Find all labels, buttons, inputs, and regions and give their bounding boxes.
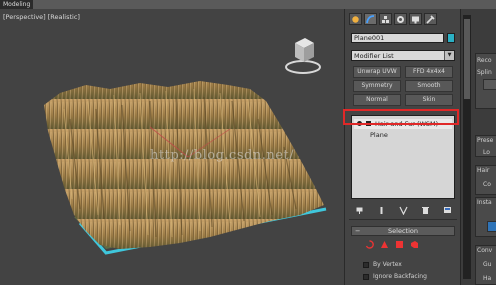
divider [349,219,457,220]
stack-item-label: Plane [370,131,388,139]
viewport-label[interactable]: [Perspective] [Realistic] [3,13,82,21]
pin-stack-icon[interactable] [353,205,365,215]
view-mode-label[interactable]: [Perspective] [3,13,46,21]
panel-label: Insta [477,199,492,206]
stack-item-hair-and-fur[interactable]: Hair and Fur (WSM) [354,119,452,129]
ignore-backfacing-checkbox[interactable]: Ignore Backfacing [363,273,453,282]
collapse-icon[interactable]: − [355,227,360,235]
by-vertex-checkbox[interactable]: By Vertex [363,261,453,270]
ignore-backfacing-label: Ignore Backfacing [373,273,427,280]
modifier-buttons: Unwrap UVW FFD 4x4x4 Symmetry Smooth Nor… [353,66,453,106]
element-select-icon[interactable] [410,240,419,249]
panel-label: Splin [477,69,492,76]
window-title: Modeling [0,0,34,9]
panel-label: Hair [477,167,490,174]
modify-tab-icon[interactable] [364,13,377,25]
menu-strip: Modeling [0,0,496,9]
polygon-select-icon[interactable] [395,240,404,249]
symmetry-button[interactable]: Symmetry [353,80,401,92]
panel-label[interactable]: Ha [483,275,491,282]
hair-parameters-panel: Reco Splin Prese Lo Hair Co Insta Conv G… [460,9,496,285]
smooth-button[interactable]: Smooth [405,80,453,92]
checkbox-box[interactable] [363,262,369,268]
configure-modifier-sets-icon[interactable] [441,205,453,215]
panel-label: Reco [477,57,492,64]
show-end-result-icon[interactable] [375,205,387,215]
hierarchy-tab-icon[interactable] [379,13,392,25]
stack-toolbar [353,205,453,215]
stack-item-label: Hair and Fur (WSM) [375,120,439,128]
watermark-text: http://blog.csdn.net/ [150,148,294,163]
instance-button[interactable] [487,221,496,232]
scrollbar[interactable] [463,15,471,279]
motion-tab-icon[interactable] [394,13,407,25]
guide-select-icon[interactable] [365,240,374,249]
face-select-icon[interactable] [380,240,389,249]
panel-label[interactable]: Lo [483,149,490,156]
object-name-field[interactable]: Plane001 [351,33,444,43]
panel-button[interactable] [483,79,496,90]
modifier-stack[interactable]: Hair and Fur (WSM) Plane [351,115,455,199]
panel-label[interactable]: Co [483,181,491,188]
create-tab-icon[interactable] [349,13,362,25]
unwrap-uvw-button[interactable]: Unwrap UVW [353,66,401,78]
viewcube-icon[interactable] [283,31,323,77]
by-vertex-label: By Vertex [373,261,402,268]
selection-rollout-header[interactable]: − Selection [351,226,455,236]
modifier-list-dropdown[interactable]: Modifier List ▼ [351,50,455,61]
lightbulb-icon[interactable] [357,121,362,126]
panel-label: Conv [477,247,493,254]
utilities-tab-icon[interactable] [424,13,437,25]
selection-level-icons [365,240,419,249]
command-panel: Plane001 Modifier List ▼ Unwrap UVW FFD … [344,9,460,285]
perspective-viewport[interactable]: [Perspective] [Realistic] http://blog.csd… [0,9,344,285]
shading-mode-label[interactable]: [Realistic] [48,13,80,21]
object-color-swatch[interactable] [447,33,455,43]
chevron-down-icon[interactable]: ▼ [444,51,454,60]
checkbox-box[interactable] [363,274,369,280]
modifier-icon [366,121,371,126]
panel-label[interactable]: Gu [483,261,491,268]
selection-rollout-title: Selection [388,227,418,235]
ffd-button[interactable]: FFD 4x4x4 [405,66,453,78]
panel-label: Prese [477,137,494,144]
scrollbar-thumb[interactable] [464,19,470,99]
normal-button[interactable]: Normal [353,94,401,106]
skin-button[interactable]: Skin [405,94,453,106]
modifier-list-label: Modifier List [354,52,394,60]
remove-modifier-icon[interactable] [419,205,431,215]
display-tab-icon[interactable] [409,13,422,25]
stack-item-plane[interactable]: Plane [354,130,452,140]
command-panel-tabs [349,13,437,25]
make-unique-icon[interactable] [397,205,409,215]
